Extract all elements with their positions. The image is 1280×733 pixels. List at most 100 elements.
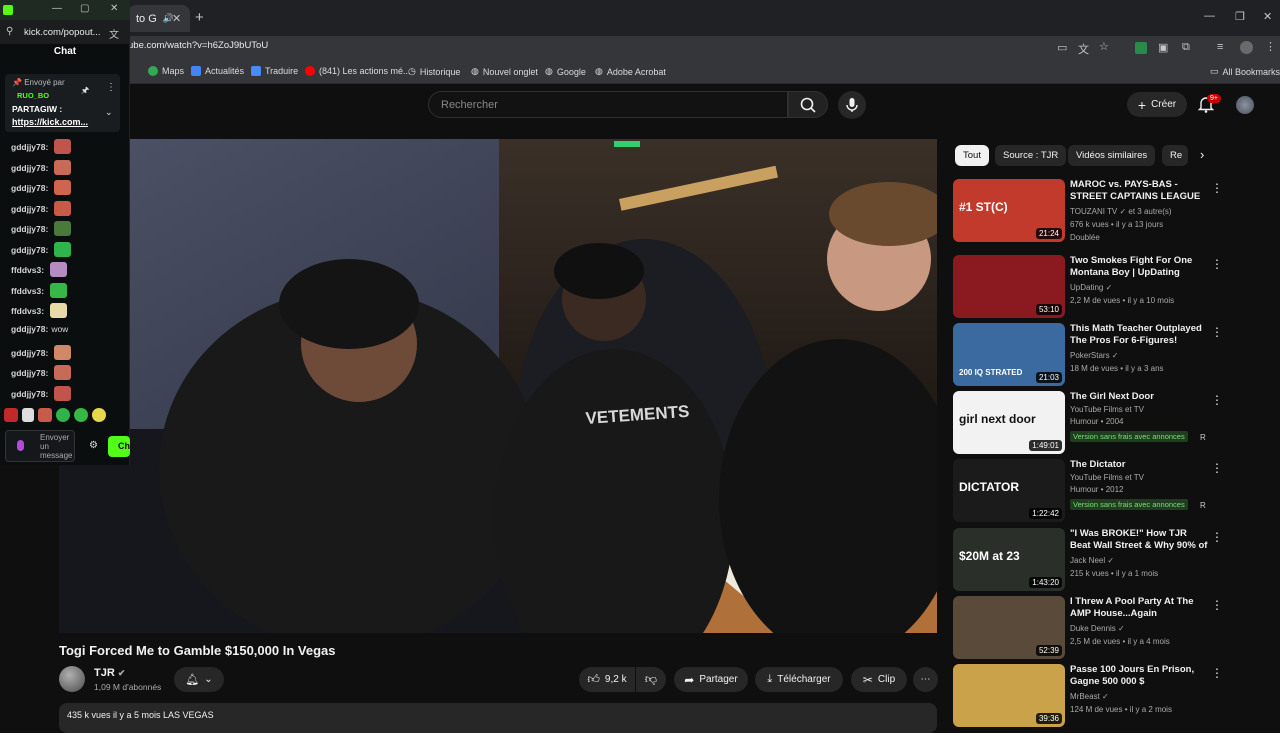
minimize-icon[interactable]: — bbox=[52, 3, 62, 14]
chat-username[interactable]: gddjjy78: bbox=[11, 163, 48, 173]
video-player[interactable]: VETEMENTS bbox=[59, 139, 937, 633]
bookmark-google[interactable]: ◍ Google bbox=[545, 66, 586, 77]
recommended-video[interactable]: $20M at 23 1:43:20 "I Was BROKE!" How TJR … bbox=[953, 528, 1273, 592]
voice-search-button[interactable] bbox=[838, 91, 866, 119]
translate-icon[interactable]: 文 bbox=[109, 26, 119, 41]
url-field[interactable]: ube.com/watch?v=h6ZoJ9bUToU bbox=[128, 40, 268, 51]
recommended-video-title[interactable]: Passe 100 Jours En Prison, Gagne 500 000… bbox=[1070, 664, 1210, 688]
tab-close-icon[interactable]: ✕ bbox=[172, 12, 181, 25]
screen-cast-icon[interactable]: ▭ bbox=[1057, 41, 1067, 54]
emote-icon[interactable] bbox=[38, 408, 52, 422]
mic-icon[interactable] bbox=[17, 440, 24, 451]
create-button[interactable]: + Créer bbox=[1127, 92, 1187, 117]
recommended-channel[interactable]: YouTube Films et TV bbox=[1070, 473, 1144, 482]
recommended-channel[interactable]: TOUZANI TV ✓ et 3 autre(s) bbox=[1070, 207, 1172, 216]
chevron-down-icon[interactable]: ⌄ bbox=[105, 107, 113, 118]
video-thumbnail[interactable]: 52:39 bbox=[953, 596, 1065, 659]
like-button[interactable]: 👍︎ 9,2 k bbox=[579, 667, 635, 692]
close-icon[interactable]: ✕ bbox=[110, 3, 118, 14]
video-thumbnail[interactable]: girl next door 1:49:01 bbox=[953, 391, 1065, 454]
recommended-video-title[interactable]: This Math Teacher Outplayed The Pros For… bbox=[1070, 323, 1210, 347]
recommended-video[interactable]: girl next door 1:49:01 The Girl Next Door Y… bbox=[953, 391, 1273, 455]
more-options-icon[interactable]: ⋮ bbox=[1211, 666, 1223, 680]
bookmark-actualites[interactable]: Actualités bbox=[191, 66, 244, 76]
bookmark-actions[interactable]: (841) Les actions mé... bbox=[305, 66, 411, 76]
emote-icon[interactable] bbox=[4, 408, 18, 422]
bookmark-traduire[interactable]: Traduire bbox=[251, 66, 298, 76]
chip-similar[interactable]: Vidéos similaires bbox=[1068, 145, 1156, 166]
recommended-channel[interactable]: Jack Neel ✓ bbox=[1070, 556, 1114, 565]
unpin-icon[interactable]: 🖈 bbox=[81, 83, 89, 99]
recommended-video-title[interactable]: "I Was BROKE!" How TJR Beat Wall Street … bbox=[1070, 528, 1210, 554]
clip-button[interactable]: ✂ Clip bbox=[851, 667, 907, 692]
recommended-video-title[interactable]: I Threw A Pool Party At The AMP House...… bbox=[1070, 596, 1210, 620]
channel-name[interactable]: TJR ✔ bbox=[94, 667, 125, 679]
recommended-video[interactable]: 39:36 Passe 100 Jours En Prison, Gagne 50… bbox=[953, 664, 1273, 728]
recommended-video[interactable]: #1 ST(C) 21:24 MAROC vs. PAYS-BAS - STREET… bbox=[953, 179, 1273, 243]
translate-icon[interactable]: 文 bbox=[1078, 41, 1089, 57]
more-options-icon[interactable]: ⋮ bbox=[1211, 461, 1223, 475]
recommended-video[interactable]: 200 IQ STRATED 21:03 This Math Teacher Out… bbox=[953, 323, 1273, 387]
pinned-message[interactable]: 📌 Envoyé par RUO_BO PARTAGIW : https://k… bbox=[5, 74, 120, 132]
recommended-video-title[interactable]: Two Smokes Fight For One Montana Boy | U… bbox=[1070, 255, 1210, 279]
menu-dots-icon[interactable]: ⋮ bbox=[1265, 40, 1276, 53]
subscribed-notifications-button[interactable]: 🔔︎ ⌄ bbox=[174, 667, 224, 692]
more-options-icon[interactable]: ⋮ bbox=[1211, 598, 1223, 612]
pinned-link[interactable]: https://kick.com... bbox=[12, 117, 88, 127]
channel-avatar[interactable] bbox=[59, 666, 85, 692]
extension-icon[interactable] bbox=[1135, 42, 1147, 54]
video-thumbnail[interactable]: #1 ST(C) 21:24 bbox=[953, 179, 1065, 242]
emote-icon[interactable] bbox=[56, 408, 70, 422]
more-options-icon[interactable]: ⋮ bbox=[1211, 393, 1223, 407]
more-actions-button[interactable]: ⋯ bbox=[913, 667, 938, 692]
account-avatar[interactable] bbox=[1236, 96, 1254, 114]
search-input[interactable]: Rechercher bbox=[428, 91, 788, 118]
emote-icon[interactable] bbox=[92, 408, 106, 422]
video-thumbnail[interactable]: $20M at 23 1:43:20 bbox=[953, 528, 1065, 591]
mute-icon[interactable] bbox=[22, 408, 34, 422]
chat-url[interactable]: kick.com/popout... bbox=[24, 27, 101, 38]
bookmark-historique[interactable]: ◷ Historique bbox=[408, 66, 460, 77]
recommended-channel[interactable]: UpDating ✓ bbox=[1070, 283, 1112, 292]
more-options-icon[interactable]: ⋮ bbox=[106, 82, 116, 93]
bookmark-adobe[interactable]: ◍ Adobe Acrobat bbox=[595, 66, 666, 77]
new-tab-icon[interactable]: + bbox=[195, 9, 204, 26]
chat-username[interactable]: gddjjy78: bbox=[11, 368, 48, 378]
chat-input[interactable]: Envoyer un message bbox=[5, 430, 75, 462]
all-bookmarks[interactable]: ▭ All Bookmarks bbox=[1210, 66, 1280, 77]
video-thumbnail[interactable]: DICTATOR 1:22:42 bbox=[953, 459, 1065, 522]
chat-username[interactable]: gddjjy78: bbox=[11, 224, 48, 234]
chat-username[interactable]: ffddvs3: bbox=[11, 306, 44, 316]
chevron-right-icon[interactable]: › bbox=[1200, 147, 1204, 162]
puzzle-icon[interactable]: ⧉ bbox=[1182, 41, 1190, 54]
site-settings-icon[interactable]: ⚲ bbox=[6, 26, 13, 37]
bookmark-nouvel-onglet[interactable]: ◍ Nouvel onglet bbox=[471, 66, 538, 77]
chat-username[interactable]: gddjjy78: bbox=[11, 183, 48, 193]
maximize-icon[interactable]: ❐ bbox=[1235, 10, 1245, 23]
video-thumbnail[interactable]: 39:36 bbox=[953, 664, 1065, 727]
recommended-channel[interactable]: Duke Dennis ✓ bbox=[1070, 624, 1125, 633]
more-options-icon[interactable]: ⋮ bbox=[1211, 181, 1223, 195]
chat-username[interactable]: gddjjy78: bbox=[11, 389, 48, 399]
bookmark-star-icon[interactable]: ☆ bbox=[1099, 40, 1109, 53]
dislike-button[interactable]: 👎︎ bbox=[636, 667, 666, 692]
chat-username[interactable]: gddjjy78: bbox=[11, 142, 48, 152]
recommended-video[interactable]: 53:10 Two Smokes Fight For One Montana Bo… bbox=[953, 255, 1273, 319]
video-thumbnail[interactable]: 200 IQ STRATED 21:03 bbox=[953, 323, 1065, 386]
download-button[interactable]: ⤓ Télécharger bbox=[755, 667, 843, 692]
recommended-channel[interactable]: PokerStars ✓ bbox=[1070, 351, 1119, 360]
extension-icon[interactable]: ▣ bbox=[1158, 41, 1168, 54]
recommended-video-title[interactable]: MAROC vs. PAYS-BAS - STREET CAPTAINS LEA… bbox=[1070, 179, 1210, 203]
chat-username[interactable]: gddjjy78: bbox=[11, 324, 48, 334]
minimize-icon[interactable]: — bbox=[1204, 10, 1215, 22]
maximize-icon[interactable]: ▢ bbox=[80, 3, 89, 14]
chat-username[interactable]: gddjjy78: bbox=[11, 348, 48, 358]
recommended-video[interactable]: DICTATOR 1:22:42 The Dictator YouTube Films… bbox=[953, 459, 1273, 523]
recommended-video-title[interactable]: The Girl Next Door bbox=[1070, 391, 1210, 403]
more-options-icon[interactable]: ⋮ bbox=[1211, 325, 1223, 339]
description-box[interactable]: 435 k vues il y a 5 mois LAS VEGAS bbox=[59, 703, 937, 733]
more-options-icon[interactable]: ⋮ bbox=[1211, 530, 1223, 544]
recommended-channel[interactable]: YouTube Films et TV bbox=[1070, 405, 1144, 414]
settings-gear-icon[interactable]: ⚙ bbox=[89, 440, 98, 451]
chat-username[interactable]: ffddvs3: bbox=[11, 265, 44, 275]
